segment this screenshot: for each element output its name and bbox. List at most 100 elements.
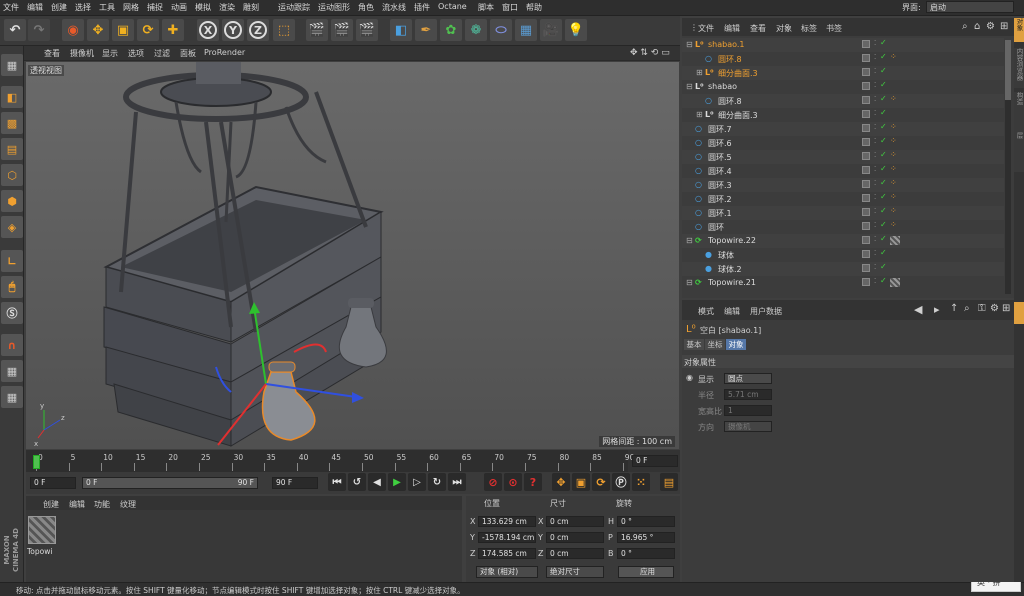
scale-key-icon[interactable]: ▣ bbox=[572, 473, 590, 491]
apply-button[interactable]: 应用 bbox=[618, 566, 674, 578]
enabled-check-icon[interactable]: ✓ bbox=[880, 248, 887, 257]
pos-x-field[interactable]: 133.629 cm bbox=[478, 516, 536, 527]
visibility-dots-icon[interactable]: ⁚ bbox=[874, 137, 876, 145]
cube-object-icon[interactable]: ◧ bbox=[390, 19, 412, 41]
menu-item-4[interactable]: 工具 bbox=[99, 2, 115, 13]
redo-icon[interactable]: ↷ bbox=[28, 19, 50, 41]
viewport-nav-icon[interactable]: ✥ ⇅ ⟲ ▭ bbox=[630, 48, 670, 58]
enabled-check-icon[interactable]: ✓ bbox=[880, 94, 887, 103]
texture-mode-icon[interactable]: ▩ bbox=[1, 112, 23, 134]
go-to-start-icon[interactable]: ⏮ bbox=[328, 473, 346, 491]
layer-swatch-icon[interactable] bbox=[862, 208, 870, 216]
menu-item-1[interactable]: 编辑 bbox=[27, 2, 43, 13]
prop-orientation-select[interactable]: 摄像机 bbox=[724, 421, 772, 432]
subdivision-icon[interactable]: ✿ bbox=[440, 19, 462, 41]
viewport-menu-3[interactable]: 选项 bbox=[128, 48, 144, 59]
autokey-icon[interactable]: ⊙ bbox=[504, 473, 522, 491]
tag-dots-icon[interactable]: ⁘ bbox=[890, 192, 897, 201]
menu-item-7[interactable]: 动画 bbox=[171, 2, 187, 13]
object-name[interactable]: 细分曲面.3 bbox=[718, 110, 758, 121]
end-frame-field[interactable]: 90 F bbox=[272, 477, 318, 489]
visibility-dots-icon[interactable]: ⁚ bbox=[874, 109, 876, 117]
menu-item-19[interactable]: 帮助 bbox=[526, 2, 542, 13]
visibility-dots-icon[interactable]: ⁚ bbox=[874, 53, 876, 61]
light-icon[interactable]: 💡 bbox=[565, 19, 587, 41]
current-frame-field[interactable]: 0 F bbox=[632, 455, 678, 467]
menu-item-5[interactable]: 网格 bbox=[123, 2, 139, 13]
coord-mode-select[interactable]: 对象 (相对) bbox=[476, 566, 538, 578]
back-arrow-icon[interactable]: ◀ bbox=[914, 303, 922, 316]
expand-toggle-icon[interactable]: ⊟ bbox=[686, 40, 693, 49]
object-row[interactable]: ● 球体.2 ⁚ ✓ bbox=[682, 262, 1004, 276]
up-icon[interactable]: ↑ bbox=[950, 303, 958, 314]
floor-icon[interactable]: ▦ bbox=[515, 19, 537, 41]
layer-swatch-icon[interactable] bbox=[862, 250, 870, 258]
material-menu-texture[interactable]: 纹理 bbox=[120, 499, 136, 510]
object-row[interactable]: ⊞ L⁰ 细分曲面.3 ⁚ ✓ bbox=[682, 66, 1004, 80]
filter-icon[interactable]: ⚙ bbox=[986, 21, 995, 32]
timeline-window-icon[interactable]: ▤ bbox=[660, 473, 678, 491]
object-name[interactable]: 圆环 bbox=[708, 222, 724, 233]
y-axis-lock-icon[interactable]: Y bbox=[222, 19, 244, 41]
object-row[interactable]: ⊟ ⟳ Topowire.21 ⁚ ✓ bbox=[682, 276, 1004, 290]
menu-item-16[interactable]: Octane bbox=[438, 2, 467, 11]
prop-radius-field[interactable]: 5.71 cm bbox=[724, 389, 772, 400]
playhead[interactable] bbox=[33, 455, 40, 469]
move-tool-icon[interactable]: ✥ bbox=[87, 19, 109, 41]
model-mode-icon[interactable]: ◧ bbox=[1, 86, 23, 108]
record-keys-icon[interactable]: ⊘ bbox=[484, 473, 502, 491]
enabled-check-icon[interactable]: ✓ bbox=[880, 150, 887, 159]
live-select-icon[interactable]: ◉ bbox=[62, 19, 84, 41]
enabled-check-icon[interactable]: ✓ bbox=[880, 276, 887, 285]
menu-item-18[interactable]: 窗口 bbox=[502, 2, 518, 13]
object-row[interactable]: ⊟ L⁰ shabao.1 ⁚ ✓ bbox=[682, 38, 1004, 52]
size-y-field[interactable]: 0 cm bbox=[546, 532, 604, 543]
object-row[interactable]: ○ 圆环.3 ⁚ ✓ ⁘ bbox=[682, 178, 1004, 192]
object-name[interactable]: 圆环.7 bbox=[708, 124, 732, 135]
enabled-check-icon[interactable]: ✓ bbox=[880, 262, 887, 271]
start-frame-field[interactable]: 0 F bbox=[30, 477, 76, 489]
size-x-field[interactable]: 0 cm bbox=[546, 516, 604, 527]
frame-range-slider[interactable]: 0 F 90 F bbox=[82, 477, 258, 489]
visibility-dots-icon[interactable]: ⁚ bbox=[874, 263, 876, 271]
object-row[interactable]: ○ 圆环.8 ⁚ ✓ ⁘ bbox=[682, 52, 1004, 66]
render-picture-viewer-icon[interactable]: 🎬 bbox=[331, 19, 353, 41]
layer-swatch-icon[interactable] bbox=[862, 236, 870, 244]
object-row[interactable]: ⊟ L⁰ shabao ⁚ ✓ bbox=[682, 80, 1004, 94]
layer-swatch-icon[interactable] bbox=[862, 222, 870, 230]
size-z-field[interactable]: 0 cm bbox=[546, 548, 604, 559]
material-menu-edit[interactable]: 编辑 bbox=[69, 499, 85, 510]
timeline-ruler[interactable]: 0 5 10 15 20 25 30 35 40 45 50 55 60 65 70 75 80 85 90 0 F bbox=[26, 450, 680, 472]
layer-swatch-icon[interactable] bbox=[862, 152, 870, 160]
tag-dots-icon[interactable]: ⁘ bbox=[890, 220, 897, 229]
magnet-icon[interactable]: ∩ bbox=[1, 334, 23, 356]
x-axis-lock-icon[interactable]: X bbox=[197, 19, 219, 41]
menu-item-17[interactable]: 脚本 bbox=[478, 2, 494, 13]
rotation-key-icon[interactable]: ⟳ bbox=[592, 473, 610, 491]
object-row[interactable]: ○ 圆环.4 ⁚ ✓ ⁘ bbox=[682, 164, 1004, 178]
enabled-check-icon[interactable]: ✓ bbox=[880, 80, 887, 89]
viewport-menu-1[interactable]: 摄像机 bbox=[70, 48, 94, 59]
layer-swatch-icon[interactable] bbox=[862, 166, 870, 174]
enabled-check-icon[interactable]: ✓ bbox=[880, 136, 887, 145]
parameter-key-icon[interactable]: Ⓟ bbox=[612, 473, 630, 491]
obj-menu-bookmarks[interactable]: 书签 bbox=[826, 23, 842, 34]
layout-select[interactable]: 启动 bbox=[926, 1, 1014, 13]
forward-arrow-icon[interactable]: ▸ bbox=[934, 303, 940, 316]
object-row[interactable]: ● 球体 ⁚ ✓ bbox=[682, 248, 1004, 262]
attr-new-window-icon[interactable]: ⊞ bbox=[1002, 303, 1010, 314]
next-key-icon[interactable]: ↻ bbox=[428, 473, 446, 491]
attr-menu-mode[interactable]: 模式 bbox=[698, 306, 714, 317]
rot-p-field[interactable]: 16.965 ° bbox=[617, 532, 675, 543]
tag-dots-icon[interactable]: ⁘ bbox=[890, 178, 897, 187]
keyframe-selection-icon[interactable]: ? bbox=[524, 473, 542, 491]
object-name[interactable]: 圆环.8 bbox=[718, 96, 742, 107]
expand-toggle-icon[interactable]: ⊞ bbox=[696, 110, 703, 119]
layer-swatch-icon[interactable] bbox=[862, 180, 870, 188]
object-name[interactable]: 圆环.3 bbox=[708, 180, 732, 191]
layer-swatch-icon[interactable] bbox=[862, 82, 870, 90]
play-icon[interactable]: ▶ bbox=[388, 473, 406, 491]
object-row[interactable]: ○ 圆环.2 ⁚ ✓ ⁘ bbox=[682, 192, 1004, 206]
prev-key-icon[interactable]: ↺ bbox=[348, 473, 366, 491]
enabled-check-icon[interactable]: ✓ bbox=[880, 178, 887, 187]
